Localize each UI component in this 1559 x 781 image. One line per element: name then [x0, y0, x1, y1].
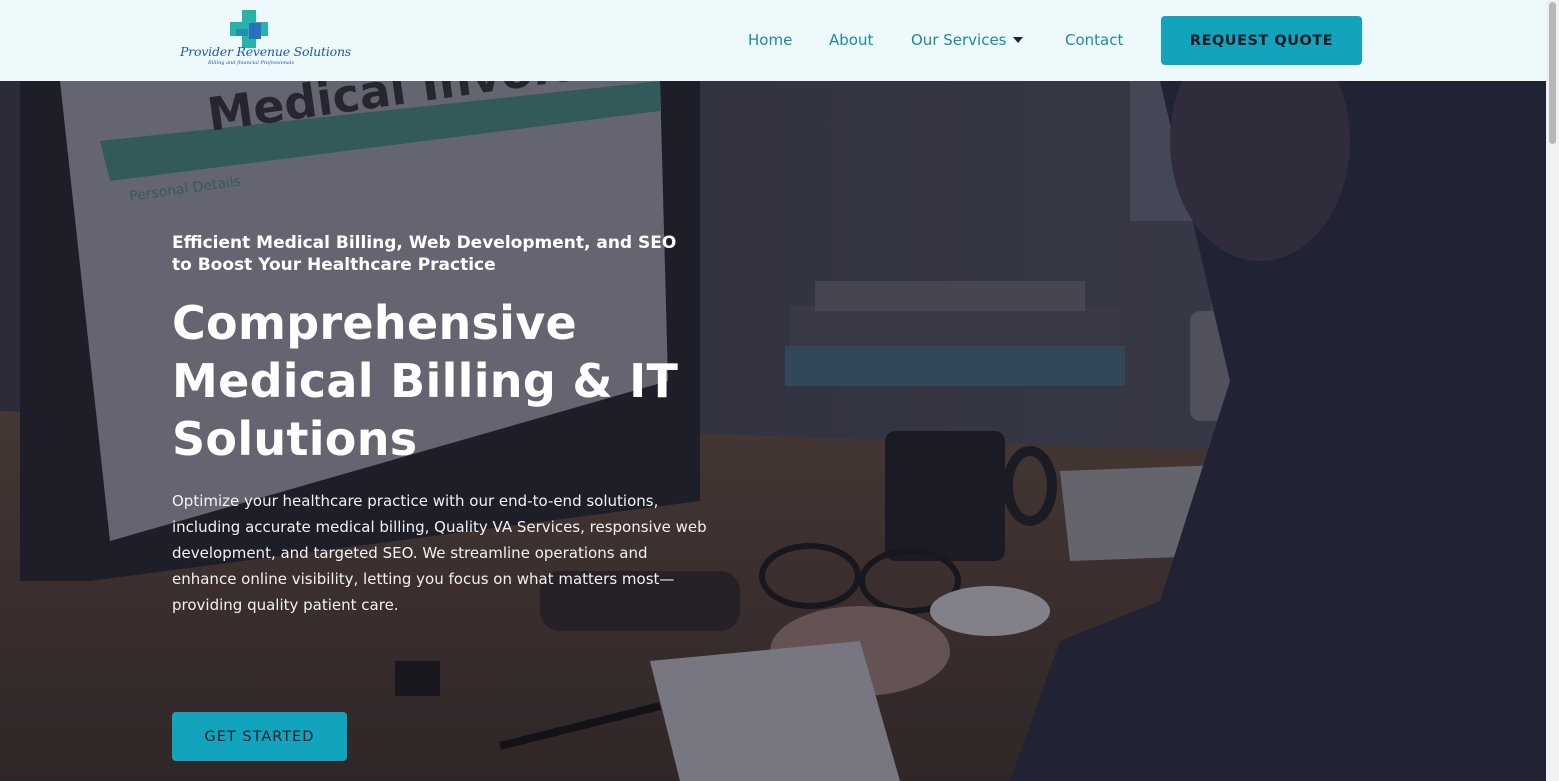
logo-tagline: Billing and financial Professionals [208, 60, 295, 66]
hero-description: Optimize your healthcare practice with o… [172, 492, 707, 614]
hero-eyebrow: Efficient Medical Billing, Web Developme… [172, 233, 677, 275]
get-started-button[interactable]: GET STARTED [172, 712, 347, 761]
nav-home[interactable]: Home [748, 31, 792, 49]
nav-contact[interactable]: Contact [1065, 31, 1123, 49]
site-logo[interactable]: Provider Revenue Solutions Billing and f… [180, 8, 352, 70]
logo-title: Provider Revenue Solutions [180, 44, 352, 59]
caret-down-icon[interactable] [1013, 37, 1023, 43]
hero-headline: Comprehensive Medical Billing & IT Solut… [172, 296, 679, 466]
nav-our-services[interactable]: Our Services [911, 31, 1007, 49]
nav-about[interactable]: About [829, 31, 873, 49]
scrollbar-thumb[interactable] [1549, 2, 1556, 144]
site-header: Provider Revenue Solutions Billing and f… [0, 0, 1546, 81]
request-quote-button[interactable]: REQUEST QUOTE [1161, 16, 1362, 65]
medical-cross-icon [230, 10, 268, 48]
hero-section: Medical Invoice Personal Details Efficie… [0, 81, 1546, 781]
page-scrollbar[interactable] [1546, 0, 1559, 781]
